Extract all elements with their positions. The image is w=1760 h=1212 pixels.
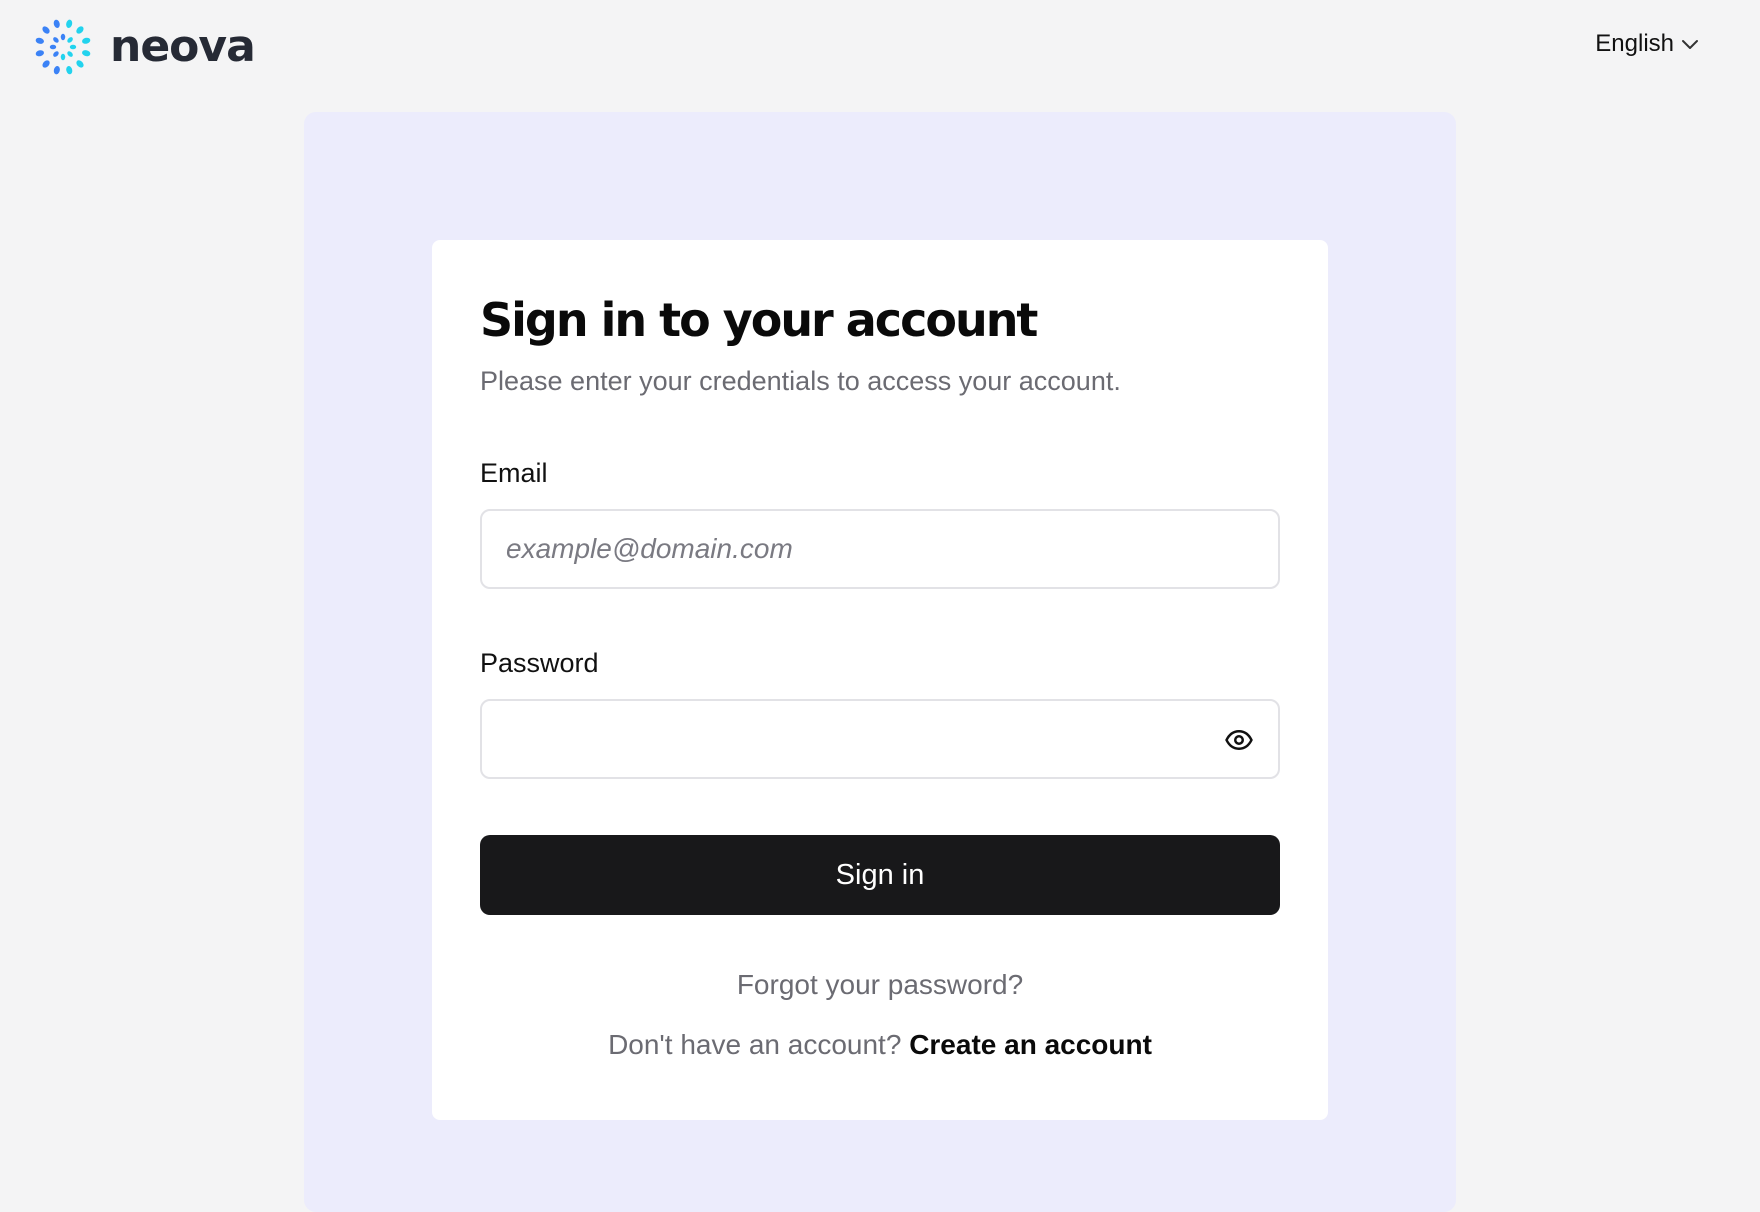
sign-in-card: Sign in to your account Please enter you…: [432, 240, 1328, 1120]
language-selector[interactable]: English: [1595, 30, 1700, 58]
show-password-button[interactable]: [1222, 723, 1256, 757]
email-input[interactable]: [482, 510, 1278, 587]
sign-in-button[interactable]: Sign in: [480, 835, 1280, 916]
chevron-down-icon: [1682, 40, 1698, 49]
logo-dot: [60, 53, 66, 61]
forgot-password-link[interactable]: Forgot your password?: [480, 969, 1280, 1001]
logo-dot: [53, 51, 59, 57]
page-subtitle: Please enter your credentials to access …: [480, 365, 1121, 396]
logo-dot: [60, 33, 66, 41]
password-field-wrapper: [480, 699, 1280, 780]
top-bar: neova English: [0, 0, 1760, 100]
logo-dot: [53, 37, 59, 43]
logo-dot: [35, 50, 44, 57]
logo-dot: [67, 37, 73, 43]
logo-dot: [66, 66, 73, 75]
brand-name: neova: [110, 21, 256, 72]
email-field-wrapper: [480, 508, 1280, 589]
logo-dot: [76, 60, 84, 68]
dotted-burst-logo-icon: [35, 19, 91, 75]
logo-dot: [66, 19, 73, 28]
page-title: Sign in to your account: [480, 293, 1038, 347]
language-label: English: [1595, 30, 1674, 57]
logo-dot: [42, 26, 50, 34]
logo-dot: [35, 37, 44, 44]
password-label: Password: [480, 647, 599, 678]
password-input[interactable]: [482, 701, 1278, 778]
signup-prompt-text: Don't have an account?: [608, 1029, 902, 1061]
logo-dot: [82, 37, 91, 44]
brand-logo[interactable]: neova: [30, 14, 256, 80]
logo-dot: [49, 44, 57, 50]
logo-dot: [53, 66, 60, 75]
logo-dot: [76, 26, 84, 34]
create-account-link[interactable]: Create an account: [909, 1029, 1152, 1060]
eye-icon: [1225, 730, 1253, 751]
logo-dot: [69, 44, 77, 50]
logo-dot: [42, 60, 50, 68]
signup-prompt-line: Don't have an account? Create an account: [480, 1029, 1280, 1061]
logo-dot: [67, 51, 73, 57]
logo-dot: [82, 50, 91, 57]
logo-dot: [53, 19, 60, 28]
email-label: Email: [480, 457, 548, 488]
